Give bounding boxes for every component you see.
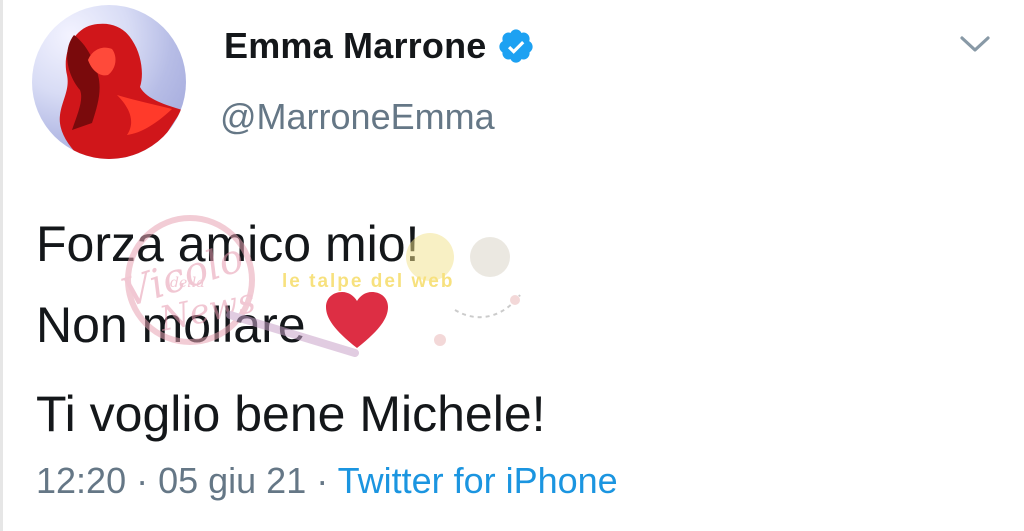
tweet-text-line-3: Ti voglio bene Michele!	[36, 386, 546, 442]
profile-photo-icon	[59, 23, 182, 159]
tweet-card: Emma Marrone @MarroneEmma Forza amico mi…	[0, 0, 1024, 531]
avatar[interactable]	[32, 5, 186, 159]
tweet-text-line-2: Non mollare	[36, 285, 546, 374]
tweet-text-line-2-text: Non mollare	[36, 297, 306, 353]
tweet-meta: 12:20 · 05 giu 21 · Twitter for iPhone	[36, 460, 618, 502]
divider	[0, 0, 3, 531]
tweet-text: Forza amico mio! Non mollare Ti voglio b…	[36, 204, 546, 455]
display-name-row: Emma Marrone	[224, 20, 535, 72]
red-heart-icon	[324, 290, 390, 374]
chevron-down-icon[interactable]	[955, 26, 995, 62]
verified-badge-icon	[497, 27, 535, 65]
tweet-text-line-1: Forza amico mio!	[36, 216, 420, 272]
meta-separator: ·	[126, 460, 159, 501]
tweet-source-link[interactable]: Twitter for iPhone	[338, 460, 618, 501]
tweet-time[interactable]: 12:20	[36, 460, 126, 501]
display-name[interactable]: Emma Marrone	[224, 25, 487, 67]
user-handle[interactable]: @MarroneEmma	[220, 96, 495, 138]
tweet-date[interactable]: 05 giu 21	[158, 460, 306, 501]
meta-separator-2: ·	[306, 460, 338, 501]
